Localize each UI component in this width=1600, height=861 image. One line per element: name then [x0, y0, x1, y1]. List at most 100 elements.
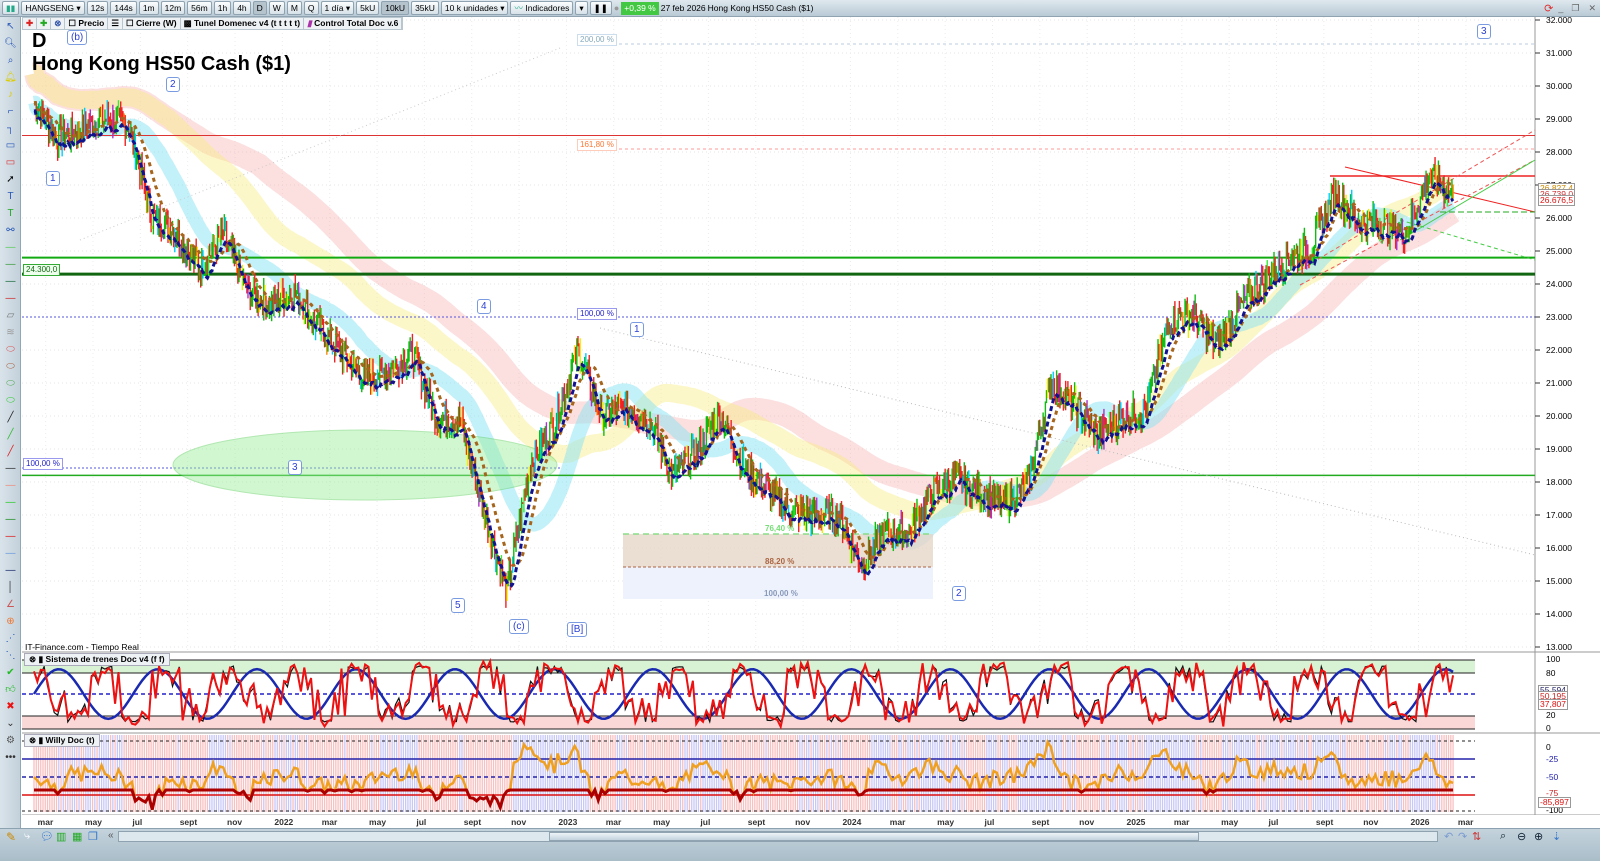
chat-icon[interactable]: 💬︎ [40, 830, 54, 843]
wave-label[interactable]: 2 [952, 586, 966, 601]
interval-56m[interactable]: 56m [187, 1, 212, 15]
indicators-button[interactable]: 〰 Indicadores [510, 1, 574, 15]
bell-icon[interactable]: ♪ [3, 87, 18, 102]
more-down-icon[interactable]: ⌄ [3, 716, 18, 731]
units-35ku[interactable]: 35kU [411, 1, 439, 15]
interval-m[interactable]: M [286, 1, 302, 15]
templates-icon[interactable]: ⚙ [3, 733, 18, 748]
interval-144s[interactable]: 144s [110, 1, 137, 15]
elliott-abc-icon[interactable]: ⋱ [3, 648, 18, 663]
zoom-area-icon[interactable]: ⌕ [3, 53, 18, 68]
sync-icon[interactable]: ⟳ [1544, 2, 1553, 15]
hline-green-icon[interactable]: — [3, 495, 18, 510]
indicators-dropdown[interactable]: ▾ [575, 1, 588, 15]
zoom-in-icon[interactable]: ⊕ [1534, 830, 1543, 843]
ray-red-icon[interactable]: — [3, 291, 18, 306]
zoom-fit-icon[interactable]: ⌕ [1500, 830, 1506, 843]
wave-label[interactable]: 4 [477, 299, 491, 314]
windows-icon[interactable]: ❐ [88, 830, 98, 843]
wave-label[interactable]: 2 [166, 77, 180, 92]
pointer-icon[interactable]: ↖ [3, 19, 18, 34]
minimize-icon[interactable]: _ [1555, 3, 1566, 13]
angle-icon[interactable]: ∠ [3, 597, 18, 612]
wave-label[interactable]: 3 [288, 460, 302, 475]
rectangle-red-icon[interactable]: ▭ [3, 155, 18, 170]
zoom-icon[interactable]: 🔍︎ [3, 36, 18, 51]
units-5ku[interactable]: 5kU [356, 1, 380, 15]
ray-dark-icon[interactable]: — [3, 274, 18, 289]
legend-cierre[interactable]: ☐ Cierre (W) [123, 18, 181, 29]
trafficlight-icon[interactable]: ▥ [56, 830, 66, 843]
collapse-icon[interactable]: « [108, 830, 114, 841]
interval-1m[interactable]: 1m [138, 1, 159, 15]
text-icon[interactable]: T [3, 189, 18, 204]
hline-salmon-icon[interactable]: — [3, 478, 18, 493]
remove-icon[interactable]: ⊗ [51, 18, 66, 29]
restore-icon[interactable]: ❐ [1568, 3, 1582, 14]
close-icon[interactable]: ✕ [1584, 3, 1600, 14]
autoscale-icon[interactable]: ⇅ [1472, 830, 1481, 843]
list-icon[interactable]: ☰ [108, 18, 123, 29]
fib-icon[interactable]: ≋ [3, 325, 18, 340]
check-icon[interactable]: ✔ [3, 665, 18, 680]
wave-label[interactable]: 5 [451, 598, 465, 613]
ray-green-icon[interactable]: — [3, 240, 18, 255]
hline-navy-icon[interactable]: — [3, 563, 18, 578]
hline-red-icon[interactable]: — [3, 529, 18, 544]
ellipse-lime-icon[interactable]: ⬭ [3, 393, 18, 408]
add-icon[interactable]: ✚ [23, 18, 38, 29]
pause-button[interactable]: ❚❚ [589, 1, 612, 15]
rectangle-icon[interactable]: ▭ [3, 138, 18, 153]
more-icon[interactable]: ••• [3, 750, 18, 765]
settings-icon[interactable]: ⇣ [1552, 830, 1561, 843]
ray-icon[interactable]: — [3, 257, 18, 272]
trendline-icon[interactable]: ⌐ [3, 104, 18, 119]
units-select[interactable]: 10 k unidades ▾ [440, 1, 509, 15]
osc2-legend[interactable]: ⊗ ▮ Willy Doc (t) [24, 734, 100, 747]
line-green-icon[interactable]: ╱ [3, 427, 18, 442]
interval-12m[interactable]: 12m [160, 1, 186, 15]
text-bubble-icon[interactable]: T [3, 206, 18, 221]
ruler-icon[interactable]: ▱ [3, 308, 18, 323]
legend-control[interactable]: ▮ Control Total Doc v.6 [304, 18, 403, 29]
hline-dkgreen-icon[interactable]: — [3, 512, 18, 527]
hline-blue-icon[interactable]: — [3, 546, 18, 561]
share-icon[interactable]: ⤷ [24, 830, 30, 843]
add-green-icon[interactable]: ✚ [37, 18, 52, 29]
ellipse-green-icon[interactable]: ⬭ [3, 376, 18, 391]
interval-q[interactable]: Q [303, 1, 319, 15]
wave-label[interactable]: [B] [567, 622, 588, 637]
undo-icon[interactable]: ↶ [1444, 830, 1453, 843]
interval-w[interactable]: W [268, 1, 285, 15]
alerts-icon[interactable]: ▦ [72, 830, 82, 843]
zoom-out-icon[interactable]: ⊖ [1517, 830, 1526, 843]
horizontal-scrollbar[interactable] [118, 831, 1438, 842]
wave-label[interactable]: 1 [630, 322, 644, 337]
alert-icon[interactable]: 🔔︎ [3, 70, 18, 85]
wave-label[interactable]: 3 [1477, 24, 1491, 39]
interval-12s[interactable]: 12s [86, 1, 109, 15]
scrollbar-thumb[interactable] [549, 832, 1199, 841]
vline-icon[interactable]: │ [3, 580, 18, 595]
thumbs-up-icon[interactable]: 👍︎ [3, 682, 18, 697]
period-select[interactable]: 1 día ▾ [320, 1, 355, 15]
hline-icon[interactable]: ┐ [3, 121, 18, 136]
line-red-icon[interactable]: ╱ [3, 444, 18, 459]
arrow-icon[interactable]: ➚ [3, 172, 18, 187]
ellipse-red-icon[interactable]: ⬭ [3, 342, 18, 357]
price-chart[interactable] [22, 17, 1600, 815]
pencil-icon[interactable]: ✎ [6, 830, 16, 844]
units-10ku[interactable]: 10kU [381, 1, 410, 15]
elliott-impulse-icon[interactable]: ⋰ [3, 631, 18, 646]
line-black-icon[interactable]: ╱ [3, 410, 18, 425]
hline-black-icon[interactable]: — [3, 461, 18, 476]
symbol-select[interactable]: HANGSENG ▾ [21, 1, 85, 15]
ellipse-brown-icon[interactable]: ⬭ [3, 359, 18, 374]
chart-type-icon[interactable]: ▮▮ [2, 1, 20, 15]
redo-icon[interactable]: ↷ [1458, 830, 1467, 843]
interval-4h[interactable]: 4h [233, 1, 251, 15]
delete-icon[interactable]: ✖ [3, 699, 18, 714]
interval-d[interactable]: D [252, 1, 267, 15]
segment-icon[interactable]: ⚯ [3, 223, 18, 238]
osc1-legend[interactable]: ⊗ ▮ Sistema de trenes Doc v4 (f f) [24, 653, 170, 666]
